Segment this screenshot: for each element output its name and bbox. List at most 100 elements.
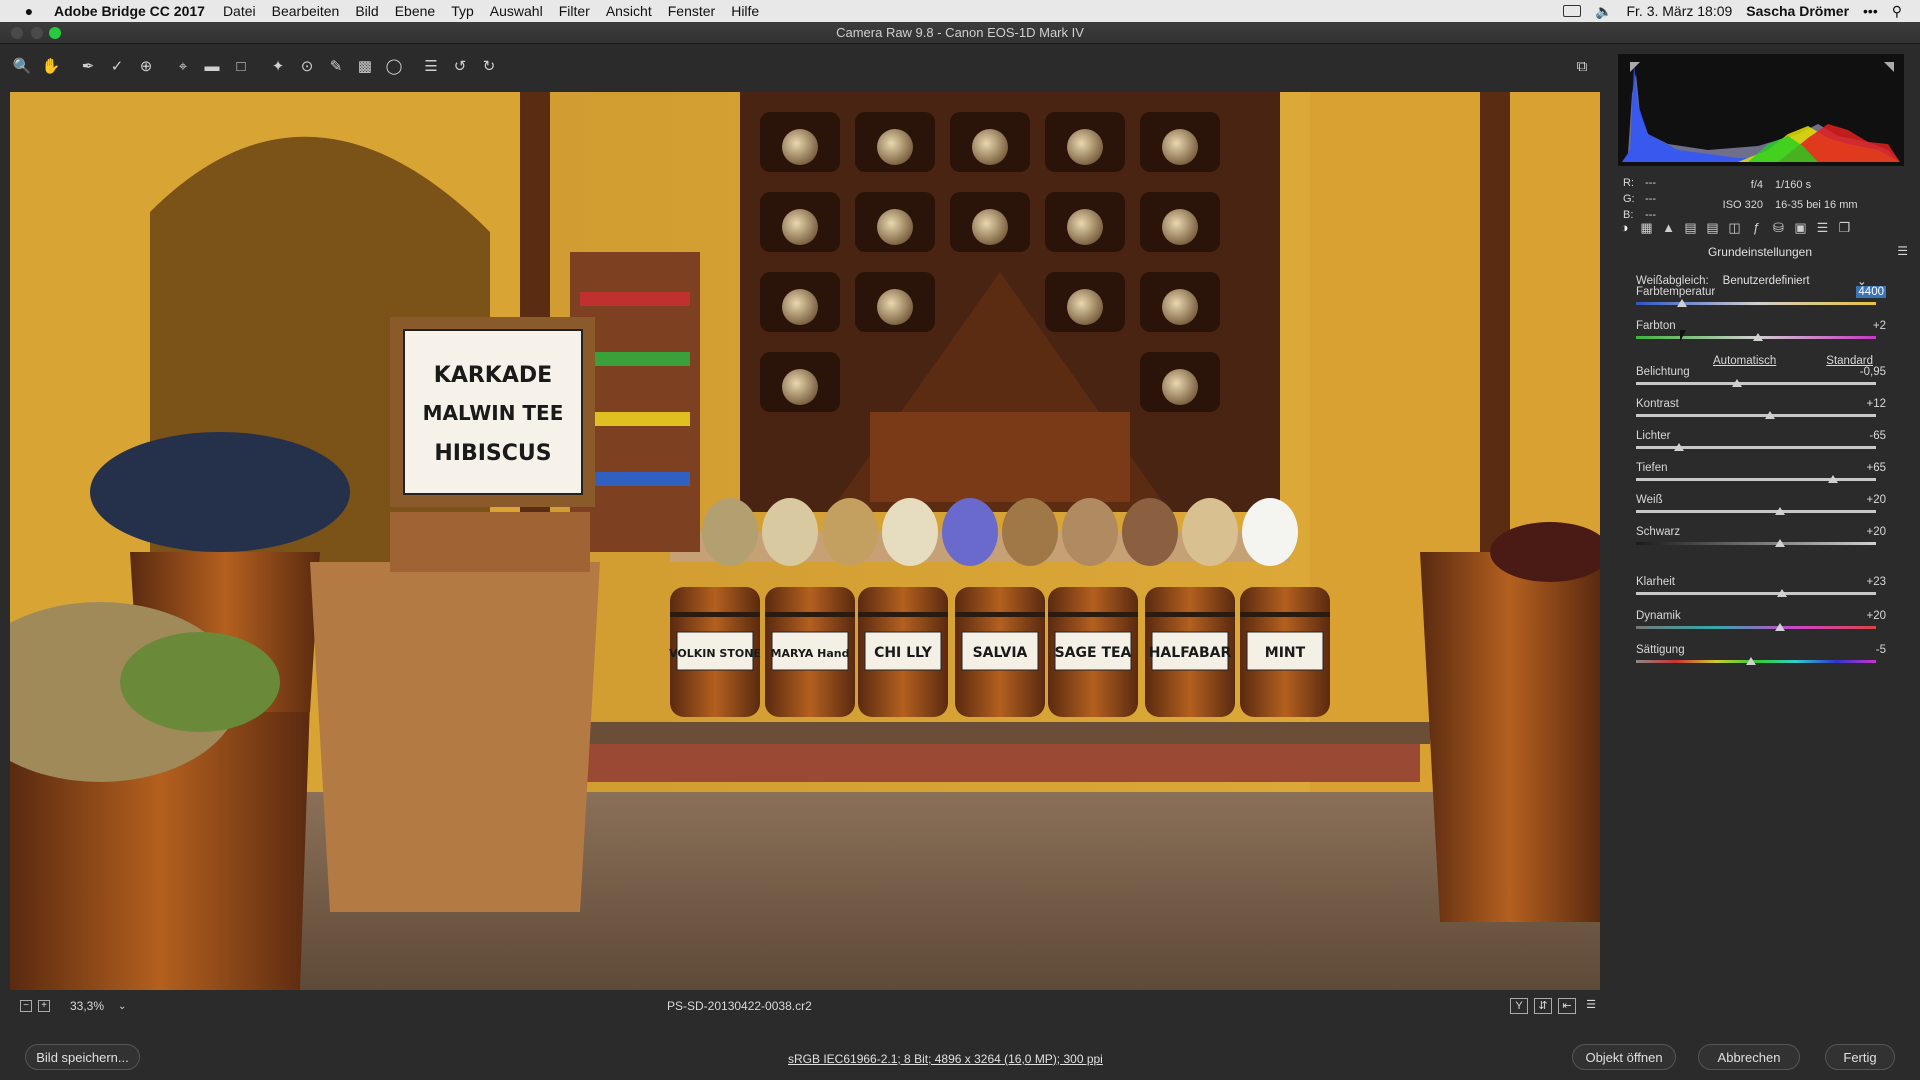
save-image-button[interactable]: Bild speichern... [25,1044,140,1070]
slider-schwarz[interactable]: Schwarz +20 [1636,526,1906,556]
swap-settings-icon[interactable]: ⇵ [1534,998,1552,1014]
slider-lichter[interactable]: Lichter -65 [1636,430,1906,460]
adjustment-brush-icon[interactable]: ✎ [324,54,348,78]
zoom-level-select[interactable]: 33,3% [70,999,104,1013]
slider-wei-[interactable]: Weiß +20 [1636,494,1906,524]
screen-mirroring-icon[interactable] [1563,5,1582,17]
zoom-out-button[interactable]: − [20,1000,32,1012]
white-balance-tool-icon[interactable]: ✒ [76,54,100,78]
slider-thumb[interactable] [1775,623,1785,631]
transform-tool-icon[interactable]: □ [229,54,253,78]
slider-dynamik[interactable]: Dynamik +20 [1636,610,1906,640]
before-after-toggle-icon[interactable]: Y [1510,998,1528,1014]
panel-menu-icon[interactable]: ☰ [1897,244,1908,258]
hand-tool-icon[interactable]: ✋ [39,54,63,78]
tab-camera-icon[interactable]: ▣ [1792,220,1809,236]
slider-tiefen[interactable]: Tiefen +65 [1636,462,1906,492]
menu-filter[interactable]: Filter [559,3,590,19]
menu-hilfe[interactable]: Hilfe [731,3,759,19]
rotate-right-icon[interactable]: ↻ [477,54,501,78]
slider-farbton[interactable]: Farbton +2 [1636,320,1906,350]
rotate-left-icon[interactable]: ↺ [448,54,472,78]
slider-value-field[interactable]: +12 [1866,398,1886,410]
preview-preferences-icon[interactable]: ☰ [1582,998,1600,1014]
menu-ansicht[interactable]: Ansicht [606,3,652,19]
window-close-button[interactable] [11,27,23,39]
workflow-options-link[interactable]: sRGB IEC61966-2.1; 8 Bit; 4896 x 3264 (1… [788,1052,1103,1066]
tab-lens-icon[interactable]: ◫ [1726,220,1743,236]
fullscreen-toggle-icon[interactable]: ⧉ [1570,54,1594,78]
slider-value-field[interactable]: -5 [1876,644,1886,656]
slider-thumb[interactable] [1753,333,1764,341]
graduated-filter-icon[interactable]: ▩ [353,54,377,78]
radial-filter-icon[interactable]: ◯ [382,54,406,78]
menu-auswahl[interactable]: Auswahl [490,3,543,19]
slider-farbtemperatur[interactable]: Farbtemperatur 4400 [1636,286,1906,316]
zoom-tool-icon[interactable]: 🔍 [10,54,34,78]
slider-thumb[interactable] [1746,657,1757,665]
highlight-clipping-icon[interactable] [1884,62,1894,72]
tab-basic-icon[interactable]: ◑ [1616,220,1633,236]
zoom-dropdown-icon[interactable]: ⌄ [118,1001,126,1012]
slider-thumb[interactable] [1765,411,1776,419]
tab-tone-curve-icon[interactable]: ▦ [1638,220,1655,236]
tab-calibration-icon[interactable]: ⛁ [1770,220,1787,236]
menu-ebene[interactable]: Ebene [395,3,435,19]
slider-s-ttigung[interactable]: Sättigung -5 [1636,644,1906,674]
menu-app-name[interactable]: Adobe Bridge CC 2017 [54,3,205,19]
slider-value-field[interactable]: -65 [1869,430,1886,442]
targeted-adjustment-tool-icon[interactable]: ⊕ [134,54,158,78]
tab-snapshots-icon[interactable]: ❐ [1836,220,1853,236]
slider-belichtung[interactable]: Belichtung -0,95 [1636,366,1906,396]
slider-value-field[interactable]: +20 [1866,526,1886,538]
slider-value-field[interactable]: +65 [1866,462,1886,474]
crop-tool-icon[interactable]: ⌖ [171,54,195,78]
slider-track[interactable] [1636,302,1876,305]
menu-bearbeiten[interactable]: Bearbeiten [272,3,340,19]
tab-effects-icon[interactable]: ƒ [1748,220,1765,236]
color-sampler-tool-icon[interactable]: ✓ [105,54,129,78]
menubar-user[interactable]: Sascha Drömer [1746,3,1849,19]
apple-menu-icon[interactable]: ● [18,3,40,19]
slider-value-field[interactable]: +2 [1873,320,1886,332]
preferences-icon[interactable]: ☰ [419,54,443,78]
image-preview[interactable]: KARKADE MALWIN TEE HIBISCUS VOLKIN STONE… [10,92,1600,990]
menu-typ[interactable]: Typ [451,3,474,19]
spotlight-search-icon[interactable]: ⚲ [1892,3,1902,20]
slider-kontrast[interactable]: Kontrast +12 [1636,398,1906,428]
slider-value-field[interactable]: 4400 [1856,286,1886,298]
slider-thumb[interactable] [1676,299,1687,307]
slider-track[interactable] [1636,510,1876,513]
menu-bild[interactable]: Bild [355,3,378,19]
slider-thumb[interactable] [1674,443,1685,451]
open-object-button[interactable]: Objekt öffnen [1572,1044,1676,1070]
slider-klarheit[interactable]: Klarheit +23 [1636,576,1906,606]
slider-value-field[interactable]: +20 [1866,494,1886,506]
slider-thumb[interactable] [1775,507,1785,515]
zoom-in-button[interactable]: + [38,1000,50,1012]
menu-fenster[interactable]: Fenster [668,3,715,19]
slider-track[interactable] [1636,446,1876,449]
menubar-clock[interactable]: Fr. 3. März 18:09 [1626,3,1732,19]
slider-track[interactable] [1636,478,1876,481]
volume-icon[interactable]: 🔈 [1595,3,1612,20]
slider-track[interactable] [1636,542,1876,545]
slider-thumb[interactable] [1777,589,1788,597]
slider-thumb[interactable] [1731,379,1742,387]
tab-hsl-icon[interactable]: ▤ [1682,220,1699,236]
more-icon[interactable]: ••• [1863,3,1878,19]
shadow-clipping-icon[interactable] [1630,62,1640,72]
red-eye-tool-icon[interactable]: ⊙ [295,54,319,78]
spot-removal-tool-icon[interactable]: ✦ [266,54,290,78]
slider-track[interactable] [1636,382,1876,385]
slider-track[interactable] [1636,592,1876,595]
slider-value-field[interactable]: -0,95 [1860,366,1886,378]
slider-value-field[interactable]: +23 [1866,576,1886,588]
slider-track[interactable] [1636,414,1876,417]
straighten-tool-icon[interactable]: ▬ [200,54,224,78]
cancel-button[interactable]: Abbrechen [1698,1044,1800,1070]
window-minimize-button[interactable] [31,27,43,39]
tab-presets-icon[interactable]: ☰ [1814,220,1831,236]
menu-datei[interactable]: Datei [223,3,256,19]
tab-detail-icon[interactable]: ▲ [1660,220,1677,236]
